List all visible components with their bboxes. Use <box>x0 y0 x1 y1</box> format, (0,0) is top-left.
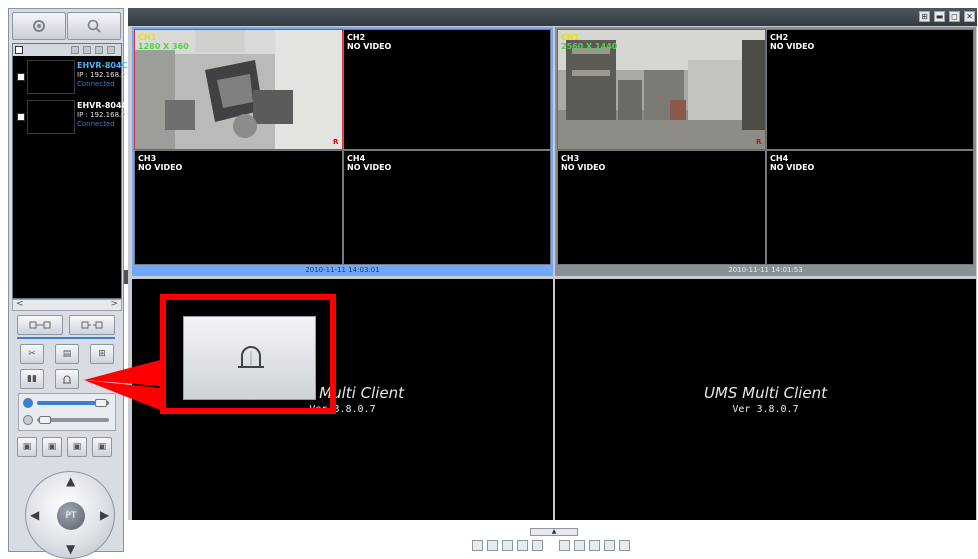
alarm-bell-icon <box>238 346 264 368</box>
alarm-button-zoom <box>183 316 316 400</box>
callout-connector <box>84 360 160 410</box>
